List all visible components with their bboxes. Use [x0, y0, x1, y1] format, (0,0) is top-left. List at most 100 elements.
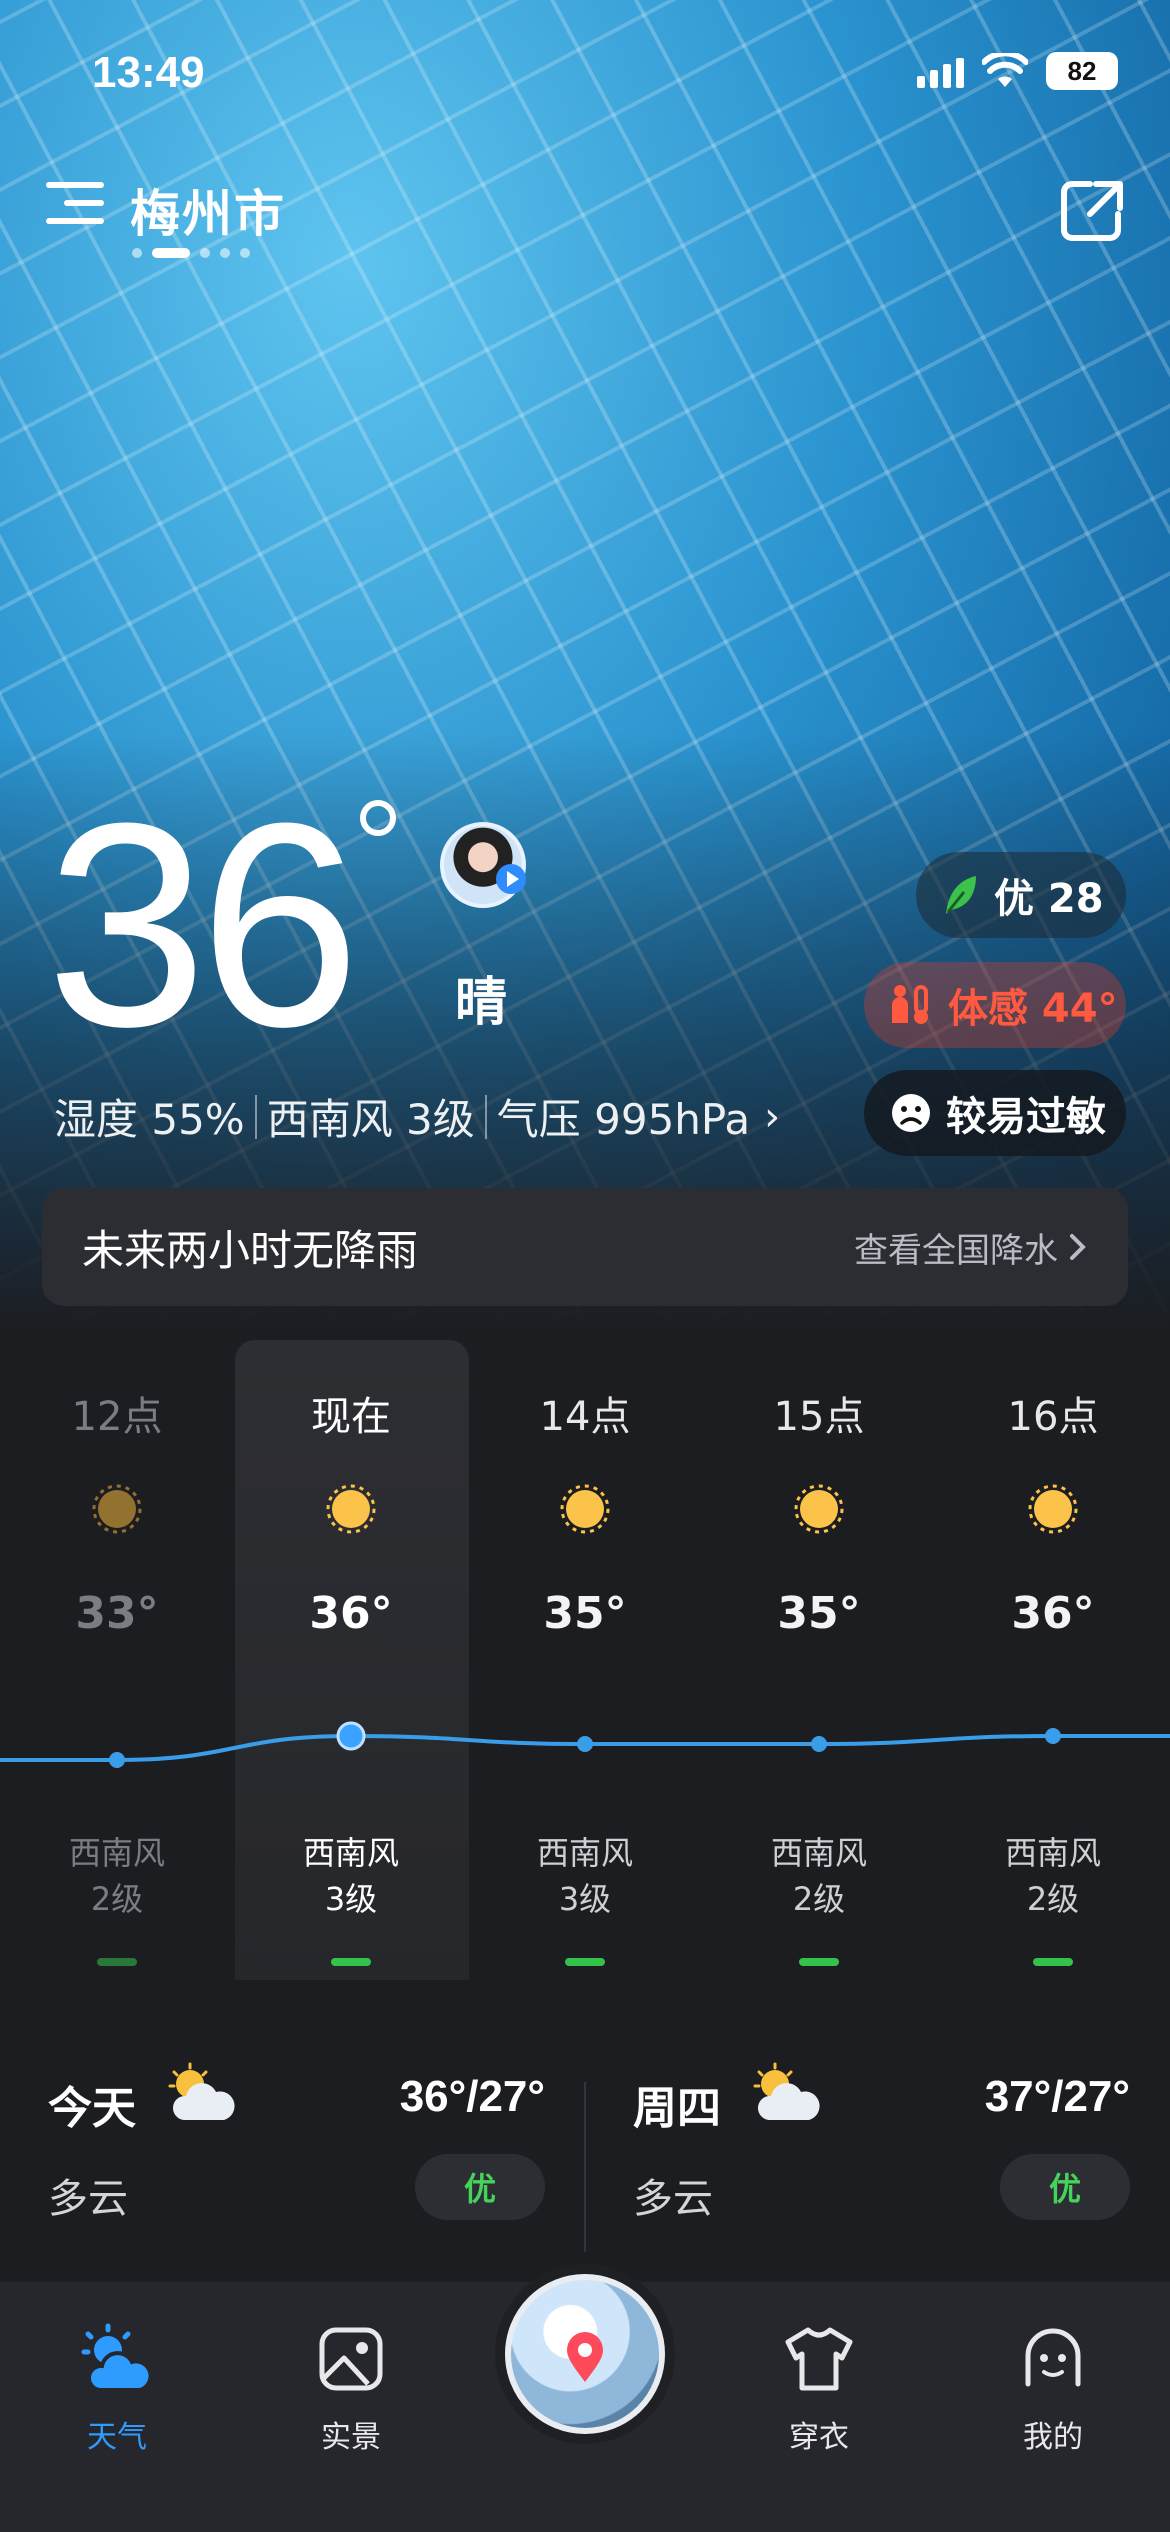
- leaf-icon: [942, 874, 980, 916]
- hour-column: 14点 35° 西南风 3级: [468, 1340, 702, 1980]
- photo-icon: [319, 2327, 383, 2391]
- play-icon: [496, 864, 526, 894]
- hour-temperature: 33°: [75, 1588, 159, 1639]
- degree-symbol: [360, 800, 396, 836]
- day-name: 今天: [48, 2083, 136, 2134]
- day-card-tomorrow[interactable]: 周四 37°/27° 多云 优: [585, 2034, 1170, 2274]
- hour-wind-direction: 西南风: [1004, 1834, 1101, 1872]
- day-condition: 多云: [48, 2176, 128, 2222]
- hourly-forecast[interactable]: 12点 33° 西南风 2级 现在 36° 西南风 3级 14点 35° 西南风 3级…: [0, 1340, 1170, 2000]
- status-time: 13:49: [92, 48, 205, 97]
- hour-wind-direction: 西南风: [302, 1834, 399, 1872]
- current-details[interactable]: 湿度 55% 西南风 3级 气压 995hPa ›: [54, 1086, 780, 1147]
- tab-scenery[interactable]: 实景: [234, 2302, 468, 2472]
- city-name[interactable]: 梅州市: [130, 174, 286, 246]
- page-dot: [220, 248, 230, 258]
- hour-column-now: 现在 36° 西南风 3级: [234, 1340, 468, 1980]
- header: 梅州市: [0, 170, 1170, 260]
- center-map-button[interactable]: [505, 2274, 665, 2434]
- sunny-icon: [1028, 1484, 1078, 1534]
- pressure-text: 气压 995hPa: [496, 1095, 751, 1144]
- hour-wind-direction: 西南风: [770, 1834, 867, 1872]
- aqi-text: 优 28: [994, 876, 1104, 922]
- divider: [254, 1094, 257, 1139]
- hour-column: 15点 35° 西南风 2级: [702, 1340, 936, 1980]
- air-quality-bar: [331, 1958, 371, 1966]
- partly-cloudy-icon: [753, 2062, 820, 2120]
- hour-label: 15点: [773, 1394, 865, 1440]
- bottom-tab-bar: 天气 实景 穿衣 我的: [0, 2274, 1170, 2532]
- hour-column: 12点 33° 西南风 2级: [0, 1340, 234, 1980]
- weather-icon: [81, 2323, 153, 2392]
- page-dot-active: [152, 248, 190, 258]
- hour-wind-level: 2级: [792, 1880, 846, 1918]
- day-name: 周四: [633, 2083, 721, 2134]
- hour-temperature: 35°: [777, 1588, 861, 1639]
- hour-wind-direction: 西南风: [68, 1834, 165, 1872]
- status-bar: 13:49 82: [0, 40, 1170, 110]
- day-aqi-badge: 优: [1000, 2154, 1130, 2220]
- battery-indicator: 82: [1046, 52, 1118, 90]
- cellular-signal-icon: [917, 54, 964, 88]
- day-condition: 多云: [633, 2176, 713, 2222]
- hour-label: 现在: [311, 1394, 391, 1440]
- allergy-text: 较易过敏: [946, 1094, 1106, 1140]
- hour-wind: 西南风 2级: [936, 1830, 1170, 1922]
- day-card-today[interactable]: 今天 36°/27° 多云 优: [0, 2034, 585, 2274]
- wind-text: 西南风 3级: [266, 1095, 475, 1144]
- hour-wind: 西南风 2级: [702, 1830, 936, 1922]
- hour-label: 12点: [71, 1394, 163, 1440]
- chevron-right-icon: [1070, 1234, 1086, 1260]
- hour-wind: 西南风 3级: [234, 1830, 468, 1922]
- national-rain-link-text: 查看全国降水: [854, 1230, 1058, 1271]
- hour-wind-level: 3级: [558, 1880, 612, 1918]
- hour-wind-level: 2级: [90, 1880, 144, 1918]
- hour-temperature: 36°: [309, 1588, 393, 1639]
- national-rain-link[interactable]: 查看全国降水: [854, 1223, 1088, 1272]
- current-temperature: 36: [46, 763, 361, 1087]
- page-dot: [240, 248, 250, 258]
- day-aqi-badge: 优: [415, 2154, 545, 2220]
- tab-label: 我的: [1023, 2420, 1083, 2455]
- hour-wind-level: 2级: [1026, 1880, 1080, 1918]
- divider: [484, 1094, 487, 1139]
- hour-temperature: 35°: [543, 1588, 627, 1639]
- rain-forecast-card[interactable]: 未来两小时无降雨 查看全国降水: [42, 1188, 1128, 1306]
- air-quality-bar: [97, 1958, 137, 1966]
- status-icons: 82: [917, 52, 1118, 90]
- city-page-indicator: [132, 248, 250, 258]
- sunny-icon: [326, 1484, 376, 1534]
- tab-clothing[interactable]: 穿衣: [702, 2302, 936, 2472]
- page-dot: [200, 248, 210, 258]
- hour-wind-level: 3级: [324, 1880, 378, 1918]
- day-temperature: 36°/27°: [399, 2072, 545, 2121]
- feels-like-text: 体感 44°: [948, 986, 1118, 1032]
- tab-label: 天气: [87, 2420, 147, 2455]
- tab-profile[interactable]: 我的: [936, 2302, 1170, 2472]
- chevron-right-icon: ›: [764, 1093, 781, 1140]
- hour-label: 14点: [539, 1394, 631, 1440]
- share-icon[interactable]: [1060, 178, 1126, 242]
- wifi-icon: [982, 53, 1028, 87]
- allergy-badge[interactable]: 较易过敏: [864, 1070, 1126, 1156]
- map-pin-globe-icon: [567, 2332, 603, 2382]
- tab-weather[interactable]: 天气: [0, 2302, 234, 2472]
- daily-forecast[interactable]: 今天 36°/27° 多云 优 周四 37°/27° 多云 优: [0, 2034, 1170, 2274]
- feels-like-badge[interactable]: 体感 44°: [864, 962, 1126, 1048]
- sunny-icon: [794, 1484, 844, 1534]
- avatar[interactable]: [440, 822, 526, 908]
- sunny-icon: [560, 1484, 610, 1534]
- thermometer-person-icon: [890, 983, 934, 1027]
- air-quality-bar: [799, 1958, 839, 1966]
- air-quality-bar: [1033, 1958, 1073, 1966]
- tab-label: 实景: [321, 2420, 381, 2455]
- partly-cloudy-icon: [168, 2062, 235, 2120]
- profile-face-icon: [1025, 2328, 1081, 2387]
- menu-icon[interactable]: [46, 182, 104, 232]
- hour-wind: 西南风 3级: [468, 1830, 702, 1922]
- aqi-badge[interactable]: 优 28: [916, 852, 1126, 938]
- shirt-icon: [785, 2327, 853, 2391]
- rain-forecast-title: 未来两小时无降雨: [82, 1225, 419, 1275]
- tab-label: 穿衣: [789, 2420, 849, 2455]
- day-temperature: 37°/27°: [984, 2072, 1130, 2121]
